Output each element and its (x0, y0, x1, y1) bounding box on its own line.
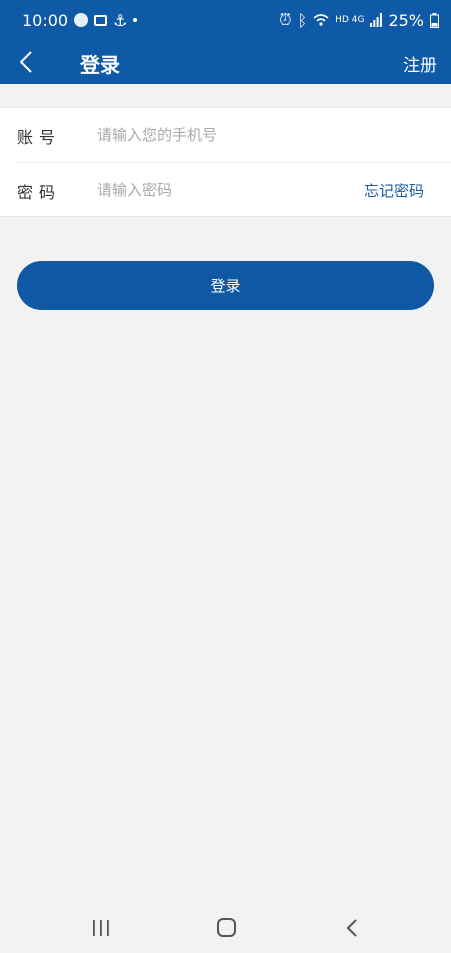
nav-back-icon[interactable] (345, 917, 359, 939)
system-nav-bar (0, 905, 451, 953)
password-row: 密码 忘记密码 (0, 163, 451, 218)
battery-icon (430, 12, 439, 28)
login-button[interactable]: 登录 (17, 261, 434, 310)
account-label: 账号 (17, 128, 62, 147)
alarm-icon: ⏰︎ (279, 10, 292, 29)
back-button[interactable] (12, 46, 40, 78)
status-bar: 10:00 ⚓︎ ⏰︎ ᛒ HD 4G 25% (0, 0, 451, 40)
status-right: ⏰︎ ᛒ HD 4G 25% (279, 10, 439, 30)
wifi-icon (313, 14, 329, 26)
account-row: 账号 (0, 108, 451, 163)
battery-percent: 25% (388, 10, 424, 30)
signal-icon (370, 13, 383, 27)
status-time: 10:00 (22, 10, 69, 30)
bluetooth-icon: ᛒ (297, 10, 308, 30)
messenger-icon (74, 13, 89, 27)
more-notifications-icon (133, 18, 138, 22)
page-title: 登录 (80, 53, 120, 77)
chevron-left-icon (19, 51, 32, 73)
network-type: HD 4G (335, 15, 365, 25)
home-icon[interactable] (217, 918, 236, 937)
gallery-icon (94, 14, 108, 26)
register-button[interactable]: 注册 (403, 51, 437, 76)
password-input[interactable] (97, 175, 347, 205)
account-input[interactable] (97, 120, 347, 150)
forgot-password-link[interactable]: 忘记密码 (364, 180, 424, 201)
login-form: 账号 密码 忘记密码 (0, 107, 451, 217)
status-left: 10:00 ⚓︎ (22, 10, 138, 30)
app-bar: 登录 注册 (0, 40, 451, 84)
app-notification-icon: ⚓︎ (113, 10, 128, 30)
recent-apps-icon[interactable] (91, 919, 111, 937)
password-label: 密码 (17, 183, 62, 202)
